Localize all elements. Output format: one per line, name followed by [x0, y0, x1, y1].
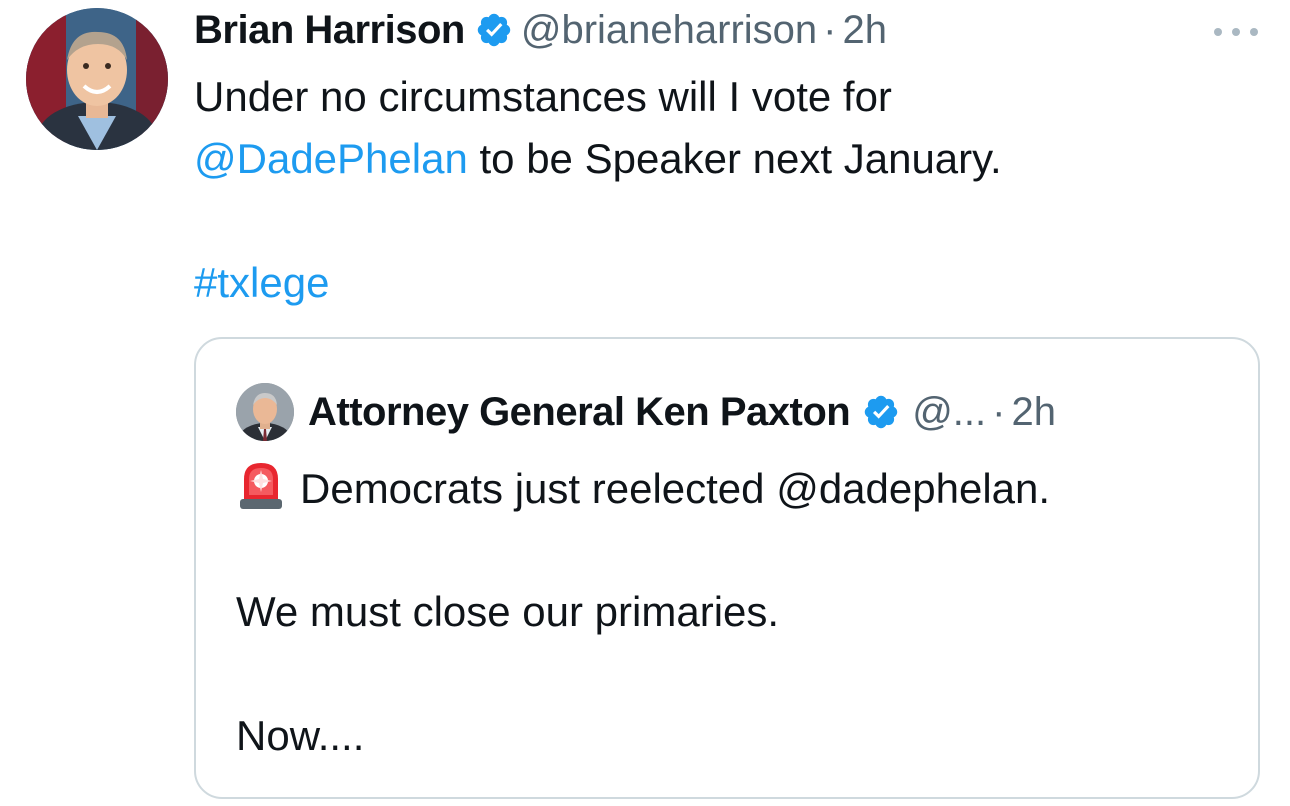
quoted-text-line: Now.... [236, 712, 365, 759]
quoted-tweet-header: Attorney General Ken Paxton @... · 2h [236, 383, 1056, 441]
verified-badge-icon [477, 13, 511, 47]
quoted-tweet-timestamp[interactable]: 2h [1011, 390, 1056, 435]
mention-link[interactable]: @DadePhelan [194, 135, 468, 182]
police-siren-icon [240, 463, 282, 509]
verified-badge-icon [864, 395, 898, 429]
separator-dot: · [992, 389, 1006, 434]
tweet-text-line: Under no circumstances will I vote for [194, 73, 892, 120]
separator-dot: · [823, 7, 837, 52]
quoted-author-name[interactable]: Attorney General Ken Paxton [308, 390, 851, 435]
author-name[interactable]: Brian Harrison [194, 8, 465, 53]
tweet-text-line: @DadePhelan to be Speaker next January. [194, 128, 1234, 190]
tweet-text-fragment: to be Speaker next January. [467, 135, 1002, 182]
quoted-tweet-text: Democrats just reelected @dadephelan. We… [236, 457, 1236, 767]
author-avatar[interactable] [26, 8, 168, 150]
tweet-timestamp[interactable]: 2h [843, 8, 888, 53]
tweet-header: Brian Harrison @brianeharrison · 2h [194, 4, 887, 56]
quoted-tweet-card[interactable]: Attorney General Ken Paxton @... · 2h De… [194, 337, 1260, 799]
hashtag-link[interactable]: #txlege [194, 259, 329, 306]
quoted-text-line: We must close our primaries. [236, 588, 780, 635]
quoted-author-avatar-image [236, 383, 294, 441]
author-handle[interactable]: @brianeharrison [521, 8, 817, 53]
more-horizontal-icon[interactable] [1210, 20, 1262, 44]
tweet-text: Under no circumstances will I vote for @… [194, 66, 1234, 314]
author-avatar-image [26, 8, 168, 150]
quoted-author-avatar[interactable] [236, 383, 294, 441]
quoted-text-fragment: Democrats just reelected @dadephelan. [300, 465, 1051, 512]
tweet-text-line: #txlege [194, 252, 1234, 314]
quoted-text-line: Democrats just reelected @dadephelan. [236, 457, 1236, 519]
quoted-author-handle[interactable]: @... [912, 390, 986, 435]
